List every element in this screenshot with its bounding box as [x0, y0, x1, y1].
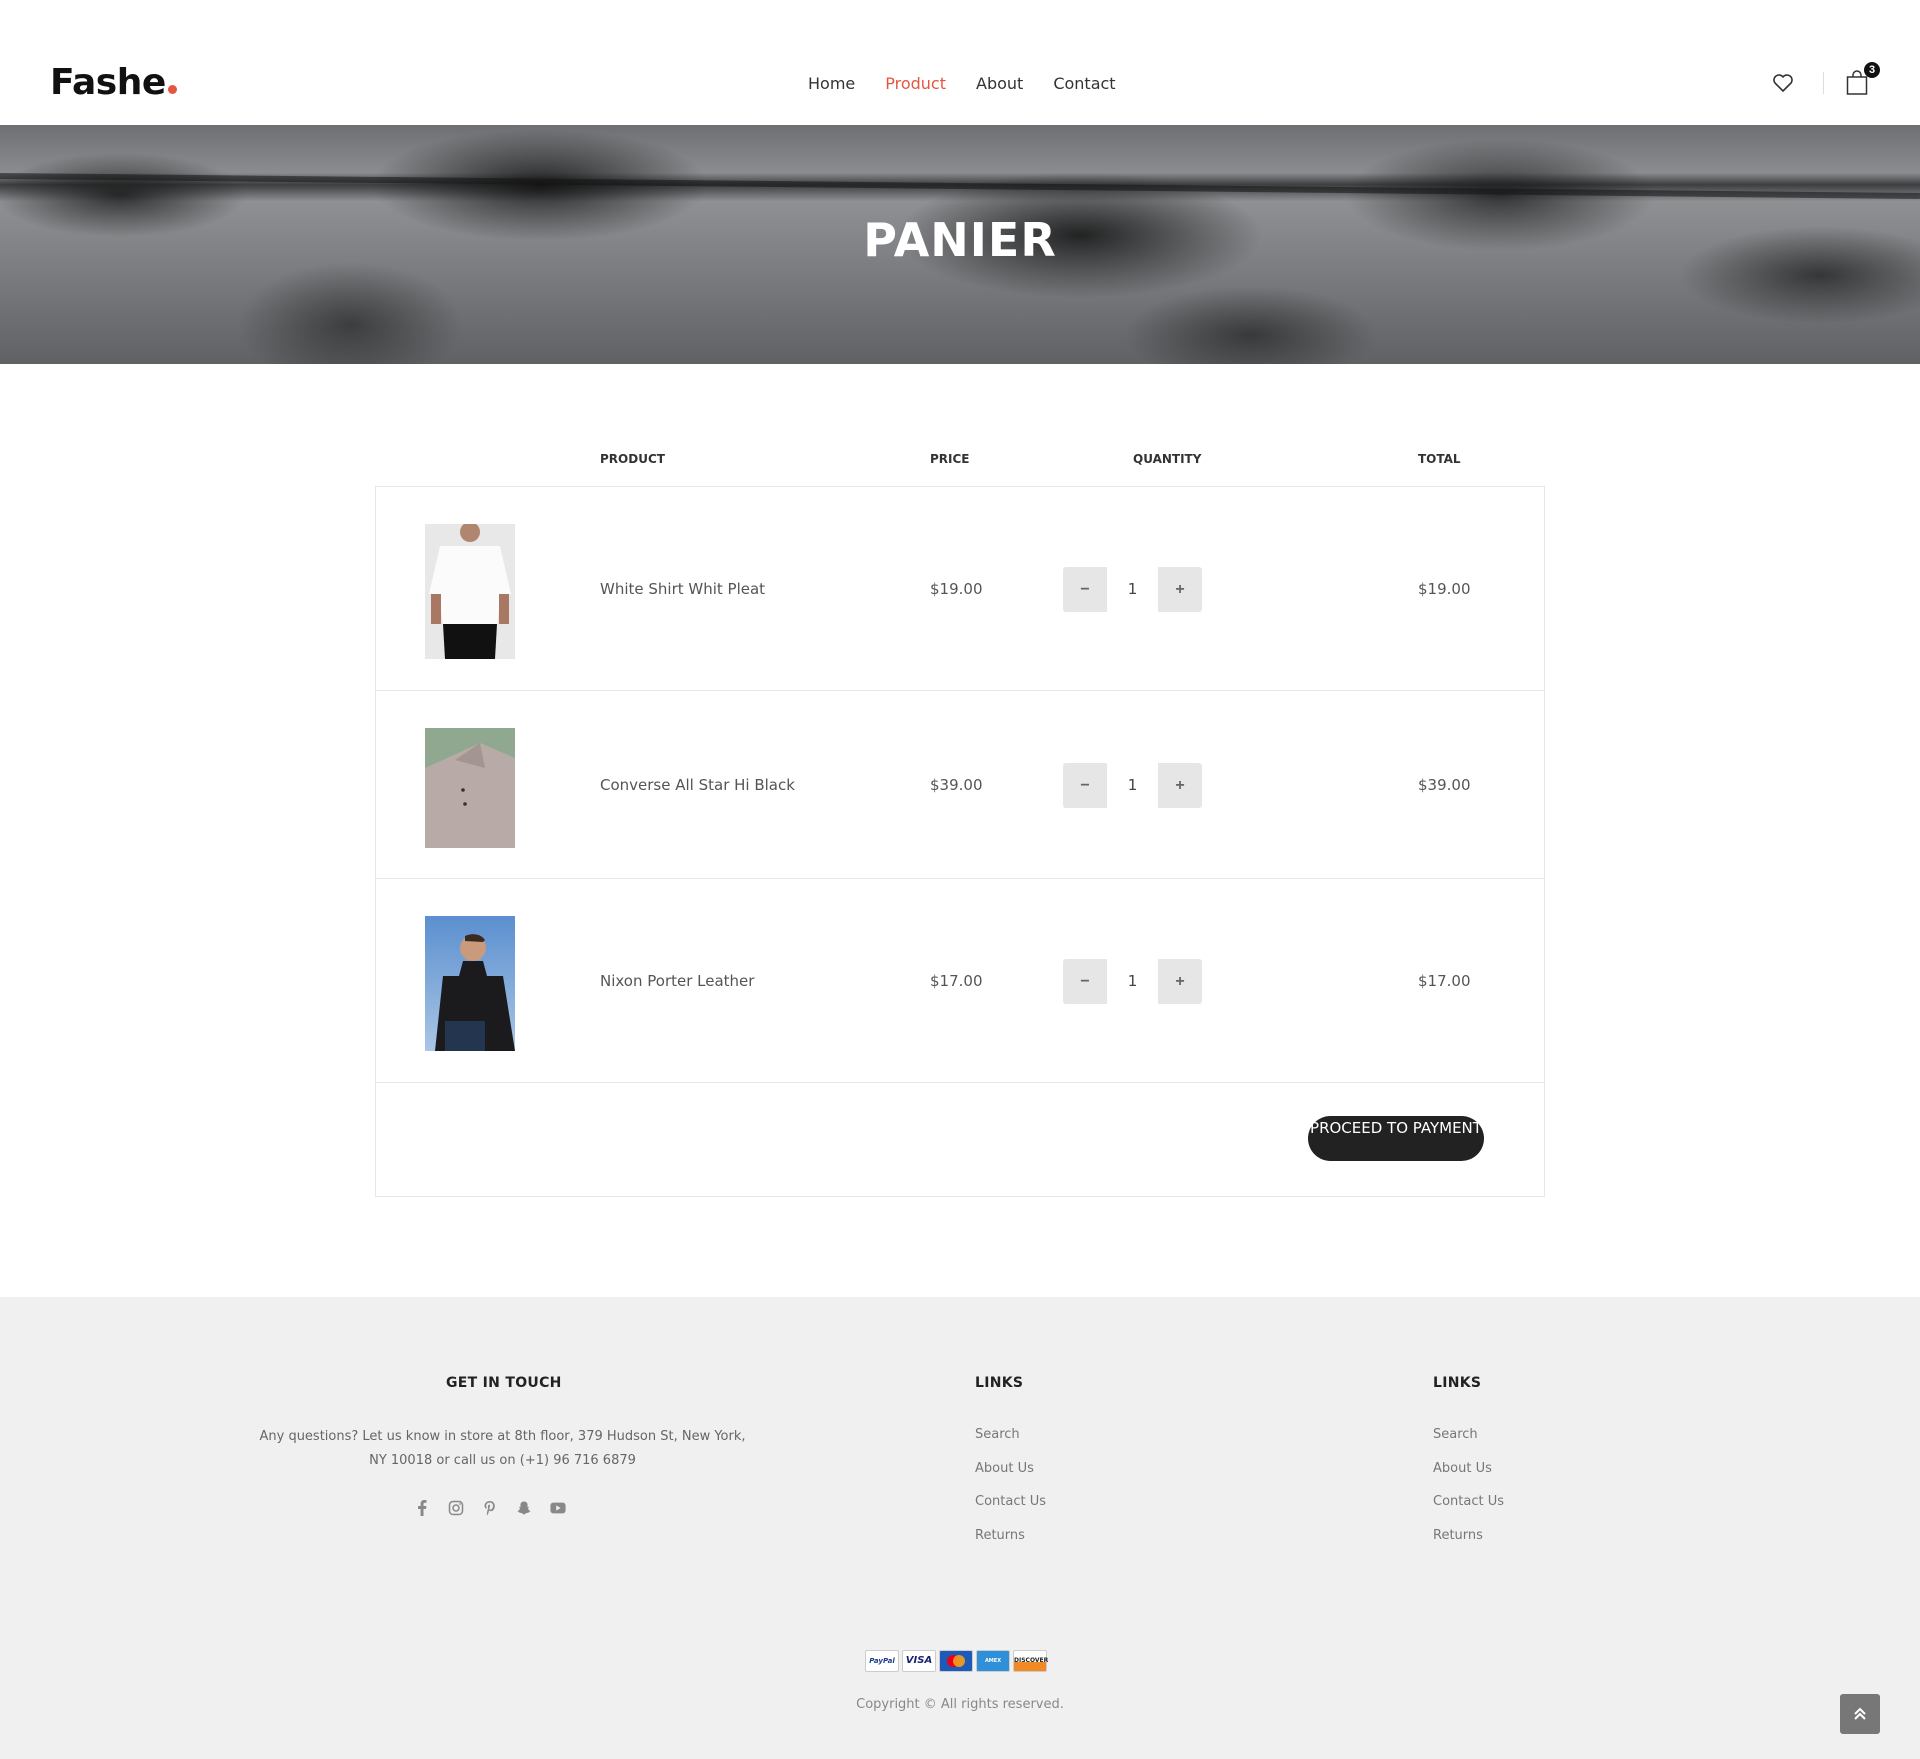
- increase-button[interactable]: +: [1158, 567, 1202, 612]
- product-image[interactable]: [425, 916, 515, 1051]
- payment-methods: PayPal VISA AMEX DISCOVER: [865, 1650, 1048, 1672]
- col-total: TOTAL: [1418, 452, 1461, 466]
- nav-home[interactable]: Home: [808, 74, 855, 93]
- increase-button[interactable]: +: [1158, 763, 1202, 808]
- product-total: $19.00: [1418, 580, 1471, 598]
- site-footer: GET IN TOUCH Any questions? Let us know …: [0, 1297, 1920, 1759]
- table-row: Converse All Star Hi Black $39.00 − 1 + …: [376, 691, 1544, 879]
- pinterest-icon[interactable]: [482, 1500, 498, 1516]
- proceed-to-payment-button[interactable]: PROCEED TO PAYMENT: [1308, 1116, 1484, 1161]
- header-divider: [1823, 72, 1824, 94]
- heart-icon[interactable]: [1771, 71, 1795, 95]
- increase-button[interactable]: +: [1158, 959, 1202, 1004]
- main-nav: Home Product About Contact: [808, 74, 1116, 93]
- nav-about[interactable]: About: [976, 74, 1023, 93]
- cart-table: White Shirt Whit Pleat $19.00 − 1 + $19.…: [375, 486, 1545, 1197]
- nav-product[interactable]: Product: [885, 74, 946, 93]
- product-total: $17.00: [1418, 972, 1471, 990]
- product-name[interactable]: White Shirt Whit Pleat: [600, 580, 765, 598]
- col-quantity: QUANTITY: [1133, 452, 1202, 466]
- page-title: PANIER: [863, 213, 1057, 267]
- nav-contact[interactable]: Contact: [1053, 74, 1115, 93]
- decrease-button[interactable]: −: [1063, 763, 1107, 808]
- facebook-icon[interactable]: [414, 1500, 430, 1516]
- footer-link-search[interactable]: Search: [975, 1427, 1046, 1461]
- decrease-button[interactable]: −: [1063, 959, 1107, 1004]
- product-image[interactable]: [425, 728, 515, 848]
- double-chevron-up-icon: [1854, 1707, 1866, 1720]
- quantity-stepper: − 1 +: [1063, 567, 1202, 612]
- footer-link-contact[interactable]: Contact Us: [1433, 1494, 1504, 1528]
- footer-links-col1: Search About Us Contact Us Returns: [975, 1427, 1046, 1561]
- quantity-stepper: − 1 +: [1063, 763, 1202, 808]
- banner-texture: [0, 172, 1920, 200]
- site-header: Fashe Home Product About Contact 3: [0, 0, 1920, 125]
- copyright: Copyright © All rights reserved.: [856, 1697, 1064, 1712]
- footer-links-col2: Search About Us Contact Us Returns: [1433, 1427, 1504, 1561]
- quantity-stepper: − 1 +: [1063, 959, 1202, 1004]
- quantity-input[interactable]: 1: [1107, 959, 1158, 1004]
- table-row: White Shirt Whit Pleat $19.00 − 1 + $19.…: [376, 487, 1544, 691]
- product-price: $39.00: [930, 776, 983, 794]
- product-image[interactable]: [425, 524, 515, 659]
- man-black-polo-photo: [425, 916, 515, 1051]
- white-tshirt-photo: [425, 524, 515, 659]
- cart-count-badge: 3: [1864, 62, 1880, 78]
- footer-contact-title: GET IN TOUCH: [446, 1375, 562, 1391]
- back-to-top-button[interactable]: [1840, 1694, 1880, 1734]
- footer-link-about[interactable]: About Us: [1433, 1461, 1504, 1495]
- footer-link-returns[interactable]: Returns: [975, 1528, 1046, 1562]
- amex-icon: AMEX: [976, 1650, 1010, 1672]
- page-banner: PANIER: [0, 125, 1920, 364]
- footer-link-about[interactable]: About Us: [975, 1461, 1046, 1495]
- footer-link-contact[interactable]: Contact Us: [975, 1494, 1046, 1528]
- social-links: [414, 1500, 566, 1516]
- quantity-input[interactable]: 1: [1107, 763, 1158, 808]
- snapchat-icon[interactable]: [516, 1500, 532, 1516]
- beige-polo-photo: [425, 728, 515, 848]
- youtube-icon[interactable]: [550, 1500, 566, 1516]
- footer-links-title-2: LINKS: [1433, 1375, 1482, 1391]
- logo[interactable]: Fashe: [50, 62, 177, 103]
- product-name[interactable]: Converse All Star Hi Black: [600, 776, 795, 794]
- visa-icon: VISA: [902, 1650, 936, 1672]
- product-name[interactable]: Nixon Porter Leather: [600, 972, 754, 990]
- product-price: $17.00: [930, 972, 983, 990]
- cart-button[interactable]: 3: [1846, 62, 1880, 96]
- table-row: Nixon Porter Leather $17.00 − 1 + $17.00: [376, 879, 1544, 1083]
- quantity-input[interactable]: 1: [1107, 567, 1158, 612]
- col-product: PRODUCT: [600, 452, 665, 466]
- logo-dot: [167, 85, 177, 94]
- product-price: $19.00: [930, 580, 983, 598]
- footer-links-title: LINKS: [975, 1375, 1024, 1391]
- decrease-button[interactable]: −: [1063, 567, 1107, 612]
- discover-icon: DISCOVER: [1013, 1650, 1048, 1672]
- instagram-icon[interactable]: [448, 1500, 464, 1516]
- col-price: PRICE: [930, 452, 970, 466]
- product-total: $39.00: [1418, 776, 1471, 794]
- footer-contact-text: Any questions? Let us know in store at 8…: [259, 1429, 746, 1468]
- footer-link-search[interactable]: Search: [1433, 1427, 1504, 1461]
- footer-link-returns[interactable]: Returns: [1433, 1528, 1504, 1562]
- mastercard-icon: [939, 1650, 973, 1672]
- header-icons: 3: [1771, 62, 1880, 96]
- paypal-icon: PayPal: [865, 1650, 899, 1672]
